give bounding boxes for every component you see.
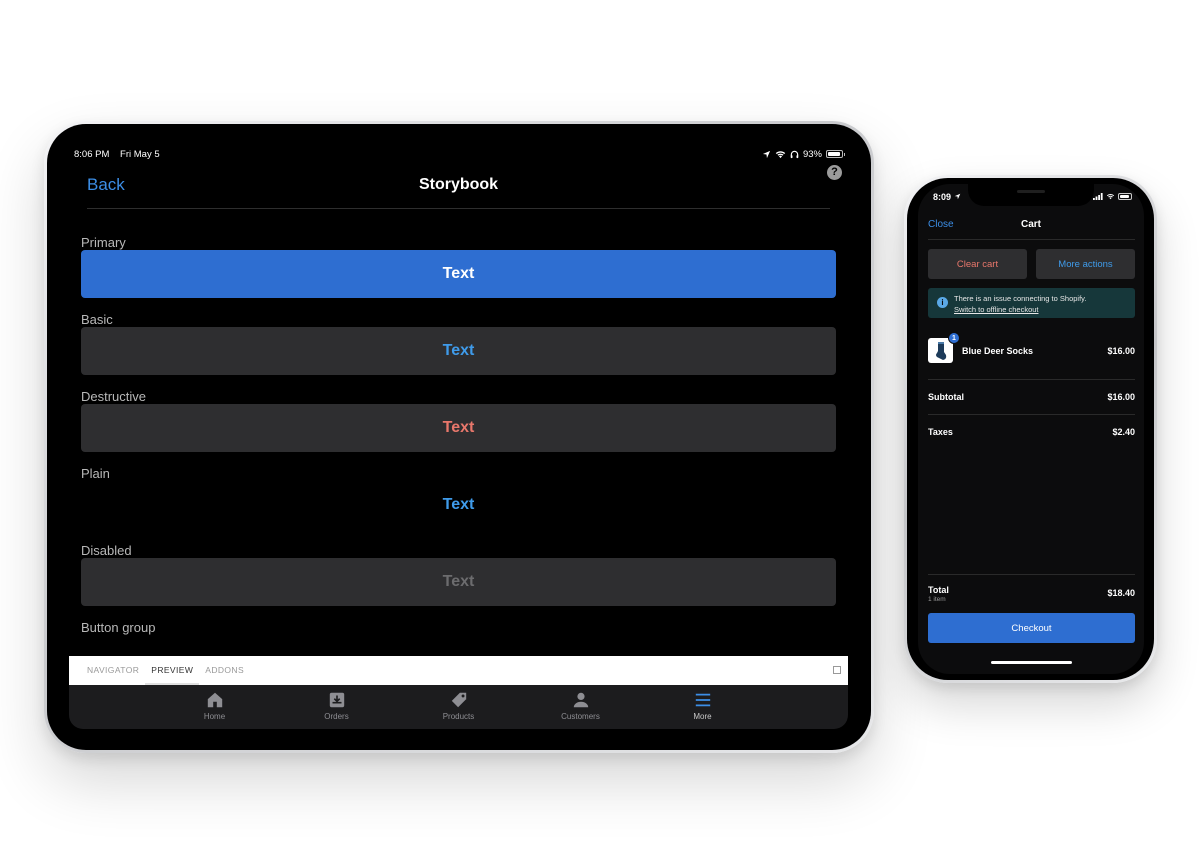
total-value: $18.40 xyxy=(1107,588,1135,598)
subtotal-label: Subtotal xyxy=(928,392,964,402)
plain-button[interactable]: Text xyxy=(81,481,836,529)
tab-more[interactable]: More xyxy=(642,685,764,729)
ipad-status-bar: 8:06 PM Fri May 5 93% xyxy=(74,147,845,161)
taxes-row: Taxes $2.40 xyxy=(928,427,1135,437)
checkout-button[interactable]: Checkout xyxy=(928,613,1135,643)
quantity-badge: 1 xyxy=(948,332,960,344)
clear-cart-button[interactable]: Clear cart xyxy=(928,249,1027,279)
section-label-basic: Basic xyxy=(81,312,113,327)
battery-icon xyxy=(826,150,845,158)
home-icon xyxy=(207,692,222,708)
taxes-label: Taxes xyxy=(928,427,953,437)
person-icon xyxy=(573,692,588,708)
cart-title: Cart xyxy=(1020,219,1041,230)
tab-products[interactable]: Products xyxy=(398,685,520,729)
cellular-icon xyxy=(1093,193,1103,200)
tab-label: Customers xyxy=(561,712,600,721)
section-label-destructive: Destructive xyxy=(81,389,147,404)
primary-button[interactable]: Text xyxy=(81,250,836,298)
tab-label: More xyxy=(693,712,712,721)
line-item-divider xyxy=(928,379,1135,380)
iphone-status-icons xyxy=(1093,193,1132,200)
line-item-name[interactable]: Blue Deer Socks xyxy=(962,346,1033,356)
tab-addons[interactable]: ADDONS xyxy=(199,656,250,685)
page-title: Storybook xyxy=(418,176,499,193)
iphone-screen: 8:09 Close Cart Clear cart More actions … xyxy=(918,184,1144,674)
connection-warning-banner: i There is an issue connecting to Shopif… xyxy=(928,288,1135,318)
battery-percent: 93% xyxy=(802,148,822,160)
section-label-disabled: Disabled xyxy=(81,543,132,558)
banner-message: There is an issue connecting to Shopify. xyxy=(954,294,1087,303)
total-row: Total $18.40 xyxy=(928,585,1135,598)
tag-icon xyxy=(451,692,466,708)
tab-orders[interactable]: Orders xyxy=(276,685,398,729)
location-icon xyxy=(762,150,771,158)
orders-icon xyxy=(329,692,344,708)
tab-label: Home xyxy=(203,712,226,721)
bottom-tab-bar: Home Orders Products Customers More xyxy=(69,685,848,729)
status-time: 8:09 xyxy=(933,192,961,202)
destructive-button[interactable]: Text xyxy=(81,404,836,452)
status-date: Fri May 5 xyxy=(120,148,160,160)
header-divider xyxy=(928,239,1135,240)
location-icon xyxy=(954,193,960,200)
battery-icon xyxy=(1118,193,1132,200)
offline-checkout-link[interactable]: Switch to offline checkout xyxy=(954,304,1135,315)
disabled-button: Text xyxy=(81,558,836,606)
section-label-plain: Plain xyxy=(81,466,110,481)
storybook-tab-strip: NAVIGATOR PREVIEW ADDONS xyxy=(69,656,848,685)
tab-home[interactable]: Home xyxy=(154,685,276,729)
subtotal-divider xyxy=(928,414,1135,415)
tab-preview[interactable]: PREVIEW xyxy=(145,656,200,685)
fullscreen-toggle[interactable] xyxy=(833,666,841,674)
help-icon[interactable]: ? xyxy=(827,165,842,180)
nav-divider xyxy=(87,208,830,209)
ipad-screen: 8:06 PM Fri May 5 93% Back Storybook ? P… xyxy=(69,143,848,729)
tab-navigator[interactable]: NAVIGATOR xyxy=(81,656,145,685)
wifi-icon xyxy=(1106,194,1115,200)
sock-icon xyxy=(935,341,946,360)
tab-label: Orders xyxy=(324,712,349,721)
taxes-value: $2.40 xyxy=(1112,427,1135,437)
total-divider xyxy=(928,574,1135,575)
subtotal-row: Subtotal $16.00 xyxy=(928,392,1135,402)
more-actions-button[interactable]: More actions xyxy=(1036,249,1135,279)
status-time: 8:06 PM xyxy=(74,148,110,160)
home-indicator xyxy=(991,661,1072,664)
info-icon: i xyxy=(937,297,948,308)
basic-button[interactable]: Text xyxy=(81,327,836,375)
subtotal-value: $16.00 xyxy=(1107,392,1135,402)
section-label-primary: Primary xyxy=(81,235,126,250)
iphone-notch xyxy=(968,184,1094,206)
section-label-button-group: Button group xyxy=(81,620,156,635)
wifi-icon xyxy=(775,150,786,158)
line-item-price: $16.00 xyxy=(1107,346,1135,356)
item-count: 1 item xyxy=(928,596,946,603)
menu-icon xyxy=(695,693,710,707)
tab-customers[interactable]: Customers xyxy=(520,685,642,729)
tab-label: Products xyxy=(442,712,475,721)
headphones-icon xyxy=(790,150,799,158)
